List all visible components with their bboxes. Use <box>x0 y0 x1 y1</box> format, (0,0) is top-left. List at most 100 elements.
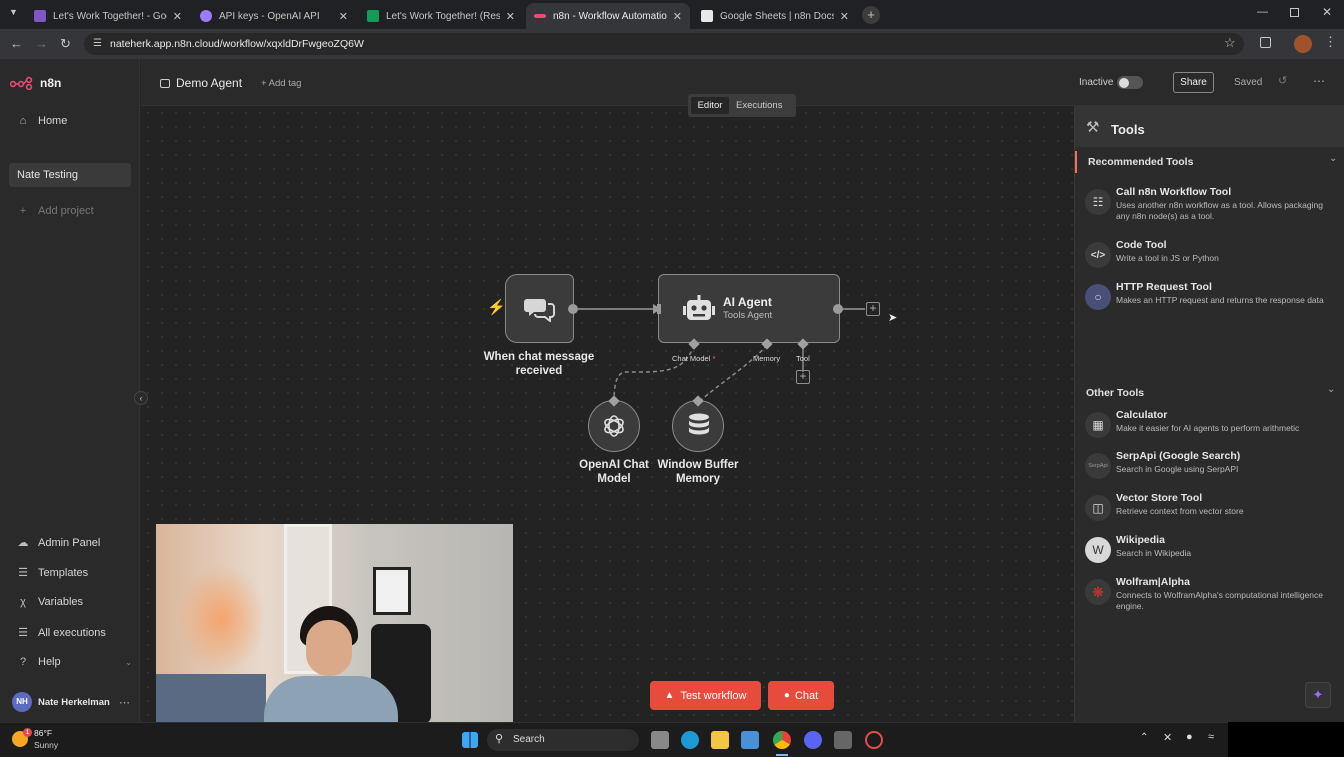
sidebar-item-label: Templates <box>38 566 89 579</box>
tool-item-calculator-row[interactable]: ▦ Calculator Make it easier for AI agent… <box>1081 406 1339 446</box>
workflow-name[interactable]: Demo Agent <box>160 76 242 90</box>
tool-name: Code Tool <box>1116 239 1167 251</box>
browser-menu-icon[interactable]: ⋮ <box>1324 34 1337 50</box>
tool-item-call-n8n-workflow[interactable]: ☷ Call n8n Workflow Tool Uses another n8… <box>1081 183 1339 223</box>
sidebar-item-all-executions[interactable]: ☰ All executions <box>16 626 106 640</box>
close-tab-icon[interactable]: ✕ <box>673 10 682 23</box>
templates-icon: ☰ <box>18 567 28 579</box>
agent-output-handle[interactable] <box>833 304 843 314</box>
sidebar-item-variables[interactable]: χ Variables <box>16 596 83 608</box>
tab-list-chevron-icon[interactable]: ▼ <box>9 7 18 17</box>
task-view-icon[interactable] <box>651 731 669 749</box>
add-tag-link[interactable]: + Add tag <box>261 78 301 89</box>
agent-subtitle: Tools Agent <box>723 310 773 321</box>
wifi-icon[interactable]: ≈ <box>1208 731 1214 743</box>
back-icon[interactable]: ← <box>10 36 23 51</box>
close-tab-icon[interactable]: ✕ <box>339 10 348 23</box>
sidebar-item-label: Nate Testing <box>17 169 78 181</box>
calculator-icon: ▦ <box>1085 412 1111 438</box>
test-workflow-button[interactable]: ▲ Test workflow <box>650 681 761 710</box>
recommended-section-header[interactable]: Recommended Tools ⌄ <box>1075 151 1344 173</box>
browser-tab-n8n-docs[interactable]: Google Sheets | n8n Docs ✕ <box>693 3 857 29</box>
tool-item-code[interactable]: </> Code Tool Write a tool in JS or Pyth… <box>1081 236 1339 276</box>
n8n-logo[interactable]: n8n <box>10 76 61 90</box>
tool-item-calculator[interactable] <box>1081 355 1339 395</box>
openai-chat-model-node[interactable] <box>588 400 640 452</box>
screen-recorder-icon[interactable] <box>865 731 883 749</box>
sidebar-item-admin-panel[interactable]: ☁ Admin Panel <box>16 536 101 550</box>
agent-input-handle[interactable] <box>657 304 661 314</box>
tool-item-wolfram-alpha[interactable]: ❋ Wolfram|Alpha Connects to WolframAlpha… <box>1081 573 1339 613</box>
tool-description: Search in Google using SerpAPI <box>1116 464 1239 474</box>
site-info-icon[interactable]: ☰ <box>93 33 102 55</box>
sidebar-item-templates[interactable]: ☰ Templates <box>16 566 89 580</box>
add-project-button[interactable]: + Add project <box>16 205 94 217</box>
browser-tab-google-sheet[interactable]: Let's Work Together! (Response ✕ <box>359 3 523 29</box>
reload-icon[interactable]: ↻ <box>60 36 71 52</box>
section-title: Recommended Tools <box>1088 156 1194 168</box>
store-icon[interactable] <box>741 731 759 749</box>
taskbar-search[interactable]: ⚲ Search <box>487 729 639 751</box>
bookmark-star-icon[interactable]: ☆ <box>1224 35 1236 51</box>
logo-text: n8n <box>40 76 62 90</box>
avatar: NH <box>12 692 32 712</box>
address-bar[interactable]: ☰ nateherk.app.n8n.cloud/workflow/xqxldD… <box>84 33 1244 55</box>
chat-button[interactable]: ● Chat <box>768 681 834 710</box>
tool-item-http-request[interactable]: ○ HTTP Request Tool Makes an HTTP reques… <box>1081 278 1339 318</box>
close-tab-icon[interactable]: ✕ <box>840 10 849 23</box>
minimize-window-icon[interactable]: — <box>1257 6 1268 18</box>
user-menu[interactable]: NH Nate Herkelman ⋯ <box>12 692 130 712</box>
microphone-icon[interactable]: ● <box>1186 731 1193 743</box>
openai-icon <box>200 10 212 22</box>
variables-icon: χ <box>20 596 26 608</box>
forward-icon[interactable]: → <box>35 36 48 51</box>
chat-trigger-node[interactable] <box>505 274 574 343</box>
discord-icon[interactable] <box>804 731 822 749</box>
tool-description: Makes an HTTP request and returns the re… <box>1116 295 1324 305</box>
start-windows-icon[interactable] <box>462 732 478 748</box>
history-icon[interactable]: ↺ <box>1278 74 1287 87</box>
tool-item-wikipedia[interactable]: W Wikipedia Search in Wikipedia <box>1081 531 1339 571</box>
close-tab-icon[interactable]: ✕ <box>506 10 515 23</box>
ai-assistant-button[interactable]: ✦ <box>1305 682 1331 708</box>
url-text: nateherk.app.n8n.cloud/workflow/xqxldDrF… <box>110 38 364 50</box>
trigger-output-handle[interactable] <box>568 304 578 314</box>
tool-description: Write a tool in JS or Python <box>1116 253 1219 263</box>
tool-item-serpapi[interactable]: SerpApi SerpApi (Google Search) Search i… <box>1081 447 1339 487</box>
close-tab-icon[interactable]: ✕ <box>173 10 182 23</box>
clock-area[interactable] <box>1228 722 1344 757</box>
share-button[interactable]: Share <box>1173 72 1214 93</box>
sidebar-item-home[interactable]: ⌂ Home <box>16 115 68 127</box>
workflow-menu-icon[interactable]: ⋯ <box>1313 74 1325 88</box>
browser-tab-n8n[interactable]: n8n - Workflow Automation ✕ <box>526 3 690 29</box>
sidebar-item-help[interactable]: ? Help ⌄ <box>16 656 132 668</box>
more-options-icon[interactable]: ⋯ <box>119 696 130 709</box>
new-tab-button[interactable]: + <box>862 6 880 24</box>
extensions-icon[interactable] <box>1260 37 1271 48</box>
code-icon: </> <box>1085 242 1111 268</box>
network-icon[interactable]: ✕ <box>1163 731 1172 744</box>
add-tool-button[interactable]: + <box>796 370 810 384</box>
active-toggle[interactable] <box>1117 76 1143 89</box>
restore-window-icon[interactable] <box>1290 8 1299 17</box>
camera-icon[interactable] <box>834 731 852 749</box>
workflow-canvas[interactable]: Editor Executions ⚡ When chat message re… <box>134 94 1074 724</box>
show-hidden-icons[interactable]: ⌃ <box>1140 732 1148 743</box>
window-buffer-memory-node[interactable] <box>672 400 724 452</box>
file-explorer-icon[interactable] <box>711 731 729 749</box>
browser-tab-google-form[interactable]: Let's Work Together! - Google ✕ <box>26 3 190 29</box>
tool-item-vector-store[interactable]: ◫ Vector Store Tool Retrieve context fro… <box>1081 489 1339 529</box>
tab-title: Let's Work Together! (Response <box>386 10 500 22</box>
close-window-icon[interactable]: ✕ <box>1322 5 1332 19</box>
database-icon: ◫ <box>1085 495 1111 521</box>
collapse-sidebar-icon[interactable]: ‹ <box>134 391 148 405</box>
sidebar-item-project[interactable]: Nate Testing <box>9 163 131 187</box>
profile-avatar[interactable] <box>1294 35 1312 53</box>
weather-widget[interactable]: 1 86°F Sunny <box>12 728 102 752</box>
edge-icon[interactable] <box>681 731 699 749</box>
ai-agent-node[interactable]: AI Agent Tools Agent <box>658 274 840 343</box>
required-marker: * <box>712 354 716 363</box>
add-next-node-button[interactable]: + <box>866 302 880 316</box>
browser-tab-openai[interactable]: API keys - OpenAI API ✕ <box>192 3 356 29</box>
chrome-icon[interactable] <box>773 731 791 749</box>
